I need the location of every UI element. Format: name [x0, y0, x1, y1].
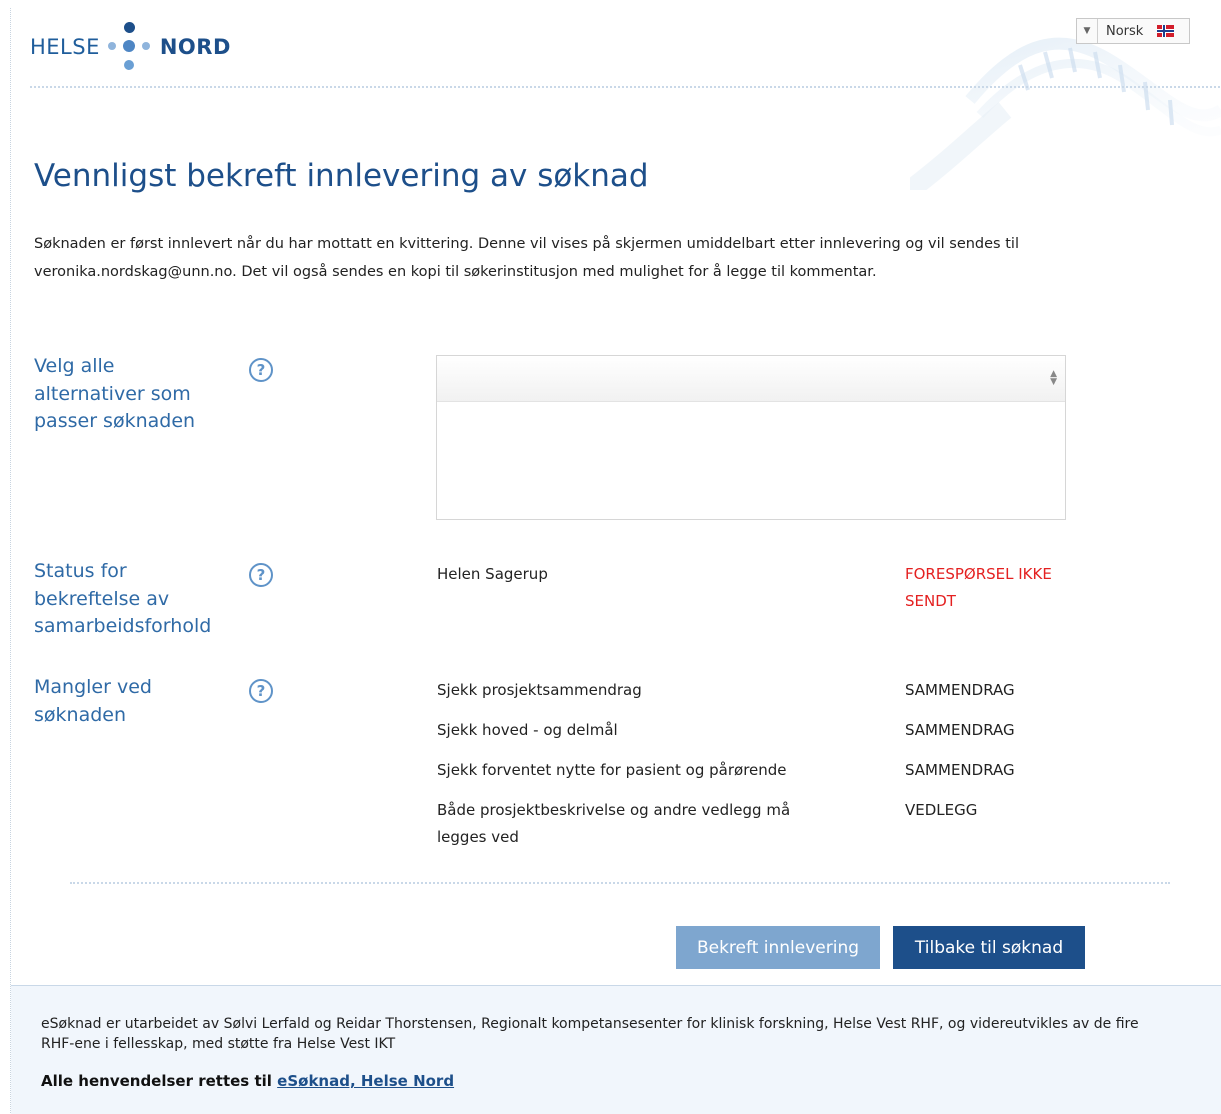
- options-select-head[interactable]: ▲ ▼: [437, 356, 1065, 402]
- collaboration-status-label: Status for bekreftelse av samarbeidsforh…: [34, 558, 211, 641]
- help-icon[interactable]: ?: [249, 358, 273, 382]
- chevron-down-icon[interactable]: ▼: [1077, 19, 1098, 43]
- status-line: FORESPØRSEL IKKE: [905, 565, 1052, 583]
- missing-label-line: Mangler ved: [34, 676, 152, 698]
- footer-contact: Alle henvendelser rettes til eSøknad, He…: [41, 1072, 454, 1090]
- status-line: SENDT: [905, 592, 956, 610]
- form-divider: [70, 882, 1170, 884]
- collaboration-label-line: samarbeidsforhold: [34, 615, 212, 637]
- options-label-line: passer søknaden: [34, 410, 196, 432]
- language-select[interactable]: ▼ Norsk: [1076, 18, 1190, 44]
- help-icon[interactable]: ?: [249, 563, 273, 587]
- missing-item-text: Både prosjektbeskrivelse og andre vedleg…: [437, 797, 790, 851]
- missing-item-line: Både prosjektbeskrivelse og andre vedleg…: [437, 801, 791, 819]
- logo-text-left: HELSE: [30, 35, 100, 59]
- dna-decoration-image: [910, 37, 1221, 190]
- updown-arrows-icon[interactable]: ▲ ▼: [1050, 370, 1057, 387]
- confirm-submission-button[interactable]: Bekreft innlevering: [676, 926, 880, 969]
- missing-item-text: Sjekk hoved - og delmål: [437, 721, 618, 739]
- intro-text: Søknaden er først innlevert når du har m…: [34, 236, 1019, 280]
- options-label-line: Velg alle: [34, 355, 115, 377]
- contact-prefix: Alle henvendelser rettes til: [41, 1072, 272, 1090]
- missing-item-text: Sjekk prosjektsammendrag: [437, 681, 642, 699]
- logo-dots-icon: [107, 22, 152, 72]
- page-footer: eSøknad er utarbeidet av Sølvi Lerfald o…: [11, 985, 1221, 1114]
- page-title: Vennligst bekreft innlevering av søknad: [34, 158, 649, 194]
- missing-item-line: legges ved: [437, 828, 519, 846]
- collaboration-label-line: Status for: [34, 560, 127, 582]
- collaboration-label-line: bekreftelse av: [34, 587, 170, 610]
- contact-link[interactable]: eSøknad, Helse Nord: [277, 1072, 454, 1090]
- options-label-line: alternativer som: [34, 382, 191, 405]
- missing-item-text: Sjekk forventet nytte for pasient og pår…: [437, 761, 787, 779]
- helse-nord-logo[interactable]: HELSE NORD: [30, 22, 231, 72]
- options-multiselect[interactable]: ▲ ▼: [436, 355, 1066, 520]
- norway-flag-icon: [1157, 25, 1175, 37]
- header-divider: [30, 86, 1220, 88]
- footer-credits: eSøknad er utarbeidet av Sølvi Lerfald o…: [41, 1016, 1139, 1052]
- logo-text-right: NORD: [159, 35, 231, 59]
- collaborator-name: Helen Sagerup: [437, 565, 548, 583]
- missing-item-section[interactable]: SAMMENDRAG: [905, 757, 1015, 784]
- missing-item-section[interactable]: VEDLEGG: [905, 797, 977, 824]
- back-to-application-button[interactable]: Tilbake til søknad: [893, 926, 1085, 969]
- missing-label-line: søknaden: [34, 703, 127, 726]
- language-label: Norsk: [1106, 23, 1144, 39]
- collaboration-status-badge: FORESPØRSEL IKKE SENDT: [905, 561, 1052, 615]
- missing-item-section[interactable]: SAMMENDRAG: [905, 677, 1015, 704]
- help-icon[interactable]: ?: [249, 679, 273, 703]
- missing-items-label: Mangler ved søknaden: [34, 674, 152, 729]
- options-label: Velg alle alternativer som passer søknad…: [34, 353, 195, 436]
- missing-item-section[interactable]: SAMMENDRAG: [905, 717, 1015, 744]
